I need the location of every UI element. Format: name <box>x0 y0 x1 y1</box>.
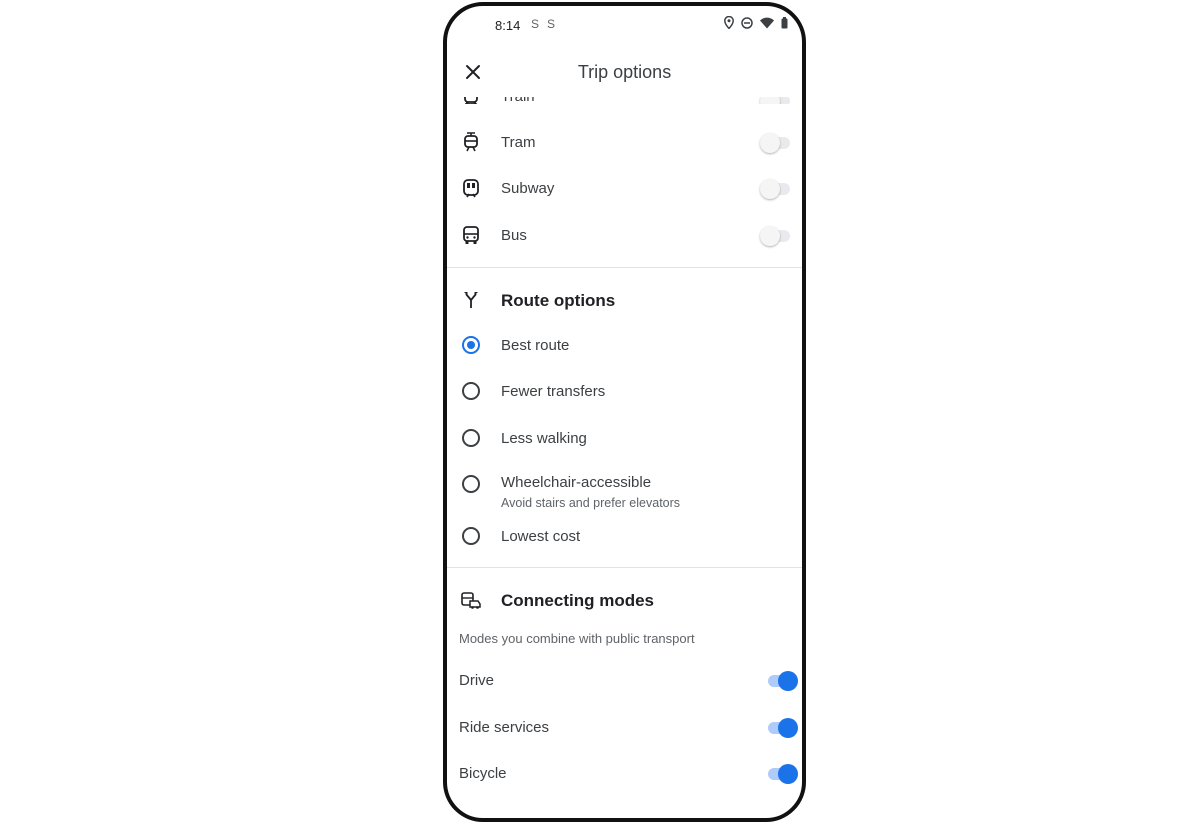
connecting-mode-row-ride-services[interactable]: Ride services <box>447 709 802 743</box>
transit-mode-label: Tram <box>501 134 536 151</box>
battery-icon <box>781 16 788 28</box>
location-icon <box>724 16 734 29</box>
trip-options-screen: 8:14 SS Trip options Train <box>447 6 802 818</box>
route-option-label[interactable]: Less walking <box>501 430 587 447</box>
tram-icon <box>459 130 483 154</box>
header-backdrop <box>447 86 802 97</box>
notification-s-icon: S <box>531 17 548 31</box>
route-option-sublabel: Avoid stairs and prefer elevators <box>501 496 681 510</box>
notification-s-icon: S <box>547 17 564 31</box>
phone-frame: 8:14 SS Trip options Train <box>443 2 806 822</box>
wifi-icon <box>760 17 774 28</box>
car-transit-icon <box>459 588 483 612</box>
connecting-modes-description: Modes you combine with public transport <box>459 631 695 646</box>
toggle-switch-drive[interactable] <box>766 670 798 692</box>
connecting-mode-label: Ride services <box>459 719 550 736</box>
radio-less-walking[interactable] <box>462 429 480 447</box>
toggle-switch-bicycle[interactable] <box>766 763 798 785</box>
transit-mode-label: Bus <box>501 227 527 244</box>
status-left-icons: SS <box>531 17 563 31</box>
page-title: Trip options <box>577 62 672 82</box>
bus-icon <box>459 223 483 247</box>
connecting-mode-label: Drive <box>459 672 495 689</box>
do-not-disturb-icon <box>741 16 753 29</box>
transit-mode-row-subway[interactable]: Subway <box>447 170 802 204</box>
route-options-title: Route options <box>501 291 616 310</box>
toggle-switch-bus[interactable] <box>760 225 792 247</box>
route-option-label[interactable]: Fewer transfers <box>501 383 605 400</box>
fork-route-icon <box>459 288 483 312</box>
status-right-icons <box>724 16 788 29</box>
transit-mode-label: Subway <box>501 180 555 197</box>
transit-mode-row-tram[interactable]: Tram <box>447 124 802 158</box>
divider <box>447 267 802 268</box>
divider <box>447 567 802 568</box>
radio-lowest-cost[interactable] <box>462 527 480 545</box>
connecting-mode-row-drive[interactable]: Drive <box>447 662 802 696</box>
toggle-switch-ride-services[interactable] <box>766 717 798 739</box>
route-option-label[interactable]: Lowest cost <box>501 528 580 545</box>
connecting-mode-label: Bicycle <box>459 765 507 782</box>
transit-mode-row-bus[interactable]: Bus <box>447 217 802 251</box>
radio-fewer-transfers[interactable] <box>462 382 480 400</box>
status-time: 8:14 <box>495 18 521 33</box>
radio-wheelchair-accessible[interactable] <box>462 475 480 493</box>
route-option-label[interactable]: Best route <box>501 337 569 354</box>
toggle-switch-subway[interactable] <box>760 178 792 200</box>
radio-best-route[interactable] <box>462 336 480 354</box>
subway-icon <box>459 176 483 200</box>
route-option-label[interactable]: Wheelchair-accessible <box>501 474 651 491</box>
connecting-modes-title: Connecting modes <box>501 591 655 610</box>
toggle-switch-tram[interactable] <box>760 132 792 154</box>
connecting-mode-row-bicycle[interactable]: Bicycle <box>447 755 802 789</box>
